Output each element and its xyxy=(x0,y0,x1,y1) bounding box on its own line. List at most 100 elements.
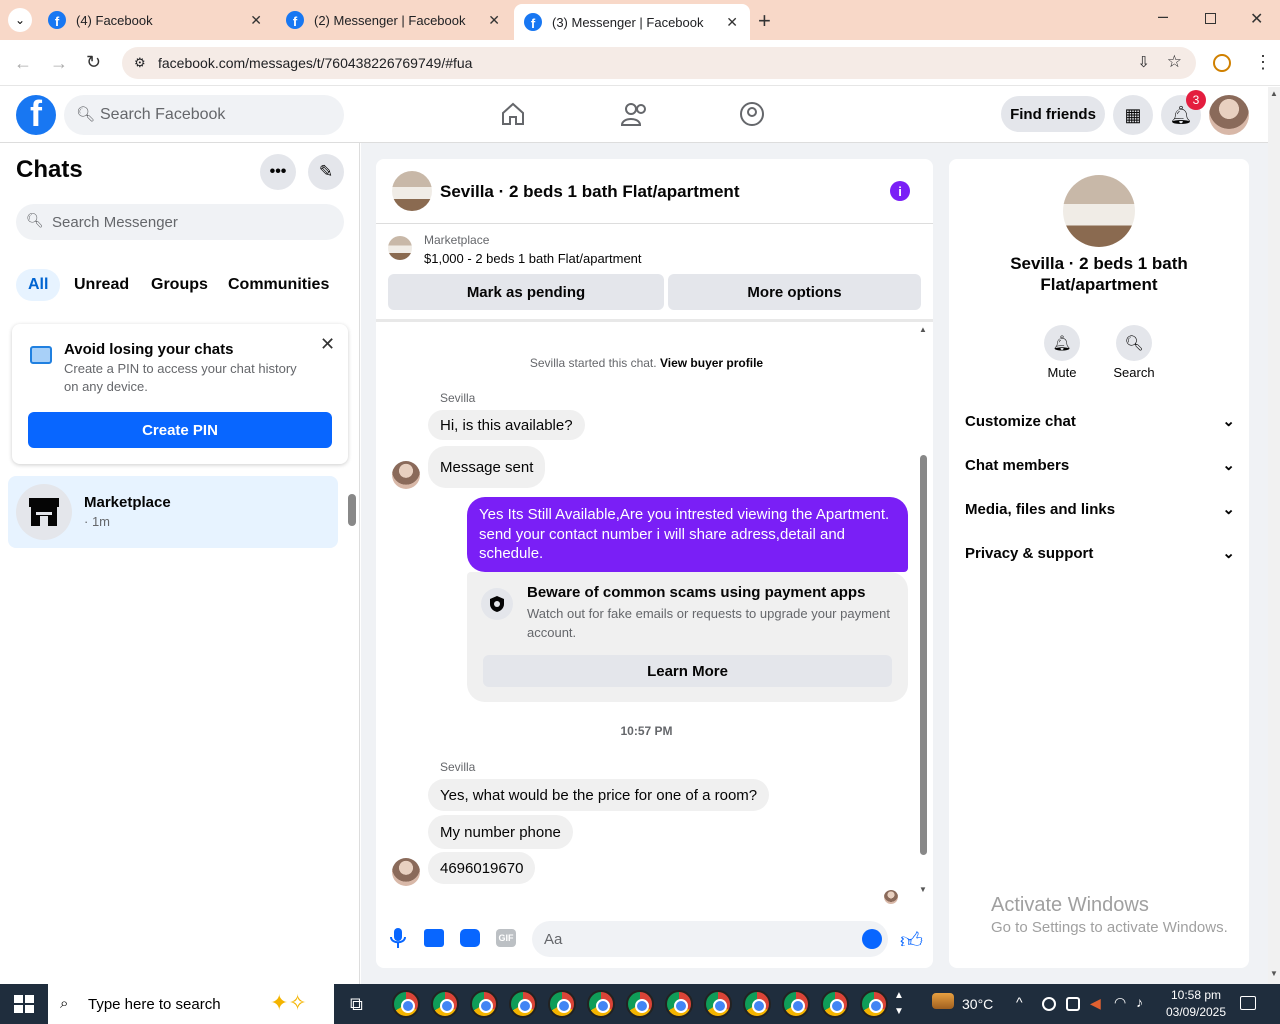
microphone-icon[interactable] xyxy=(390,927,406,954)
weather-temp[interactable]: 30°C xyxy=(962,996,993,1012)
chrome-taskbar-icon[interactable] xyxy=(821,990,849,1018)
sticker-icon[interactable] xyxy=(460,929,480,947)
chrome-taskbar-icon[interactable] xyxy=(626,990,654,1018)
facebook-search-input[interactable]: 🔍︎ Search Facebook xyxy=(64,95,344,135)
close-window-icon[interactable]: ✕ xyxy=(1250,9,1263,29)
chat-scrollbar[interactable]: ▲ ▼ xyxy=(918,325,928,897)
my-message-bubble[interactable]: Yes Its Still Available,Are you intreste… xyxy=(467,497,908,572)
chrome-taskbar-icon[interactable] xyxy=(665,990,693,1018)
notification-center-icon[interactable] xyxy=(1240,996,1256,1010)
new-message-button[interactable]: ✎ xyxy=(308,154,344,190)
minimize-icon[interactable]: – xyxy=(1158,6,1168,27)
listing-summary[interactable]: $1,000 - 2 beds 1 bath Flat/apartment xyxy=(424,251,642,266)
scroll-down-icon[interactable]: ▼ xyxy=(919,885,927,894)
scroll-down-icon[interactable]: ▼ xyxy=(1270,969,1278,978)
browser-tab[interactable]: f (2) Messenger | Facebook ✕ xyxy=(276,0,512,40)
install-app-icon[interactable]: ⇩ xyxy=(1137,53,1150,71)
weather-icon[interactable] xyxy=(932,993,954,1009)
message-bubble[interactable]: 4696019670 xyxy=(428,852,536,884)
tab-search-button[interactable]: ⌄ xyxy=(8,8,32,32)
home-icon[interactable] xyxy=(500,101,526,127)
message-bubble[interactable]: Yes, what would be the price for one of … xyxy=(428,779,770,811)
search-conversation-button[interactable]: 🔍︎ xyxy=(1116,325,1152,361)
scroll-up-icon[interactable]: ▲ xyxy=(919,325,927,334)
chrome-taskbar-icon[interactable] xyxy=(548,990,576,1018)
conversation-title[interactable]: Sevilla · 2 beds 1 bath Flat/apartment xyxy=(440,182,739,202)
browser-tab[interactable]: f (4) Facebook ✕ xyxy=(38,0,274,40)
chrome-taskbar-icon[interactable] xyxy=(431,990,459,1018)
sender-avatar[interactable] xyxy=(392,461,420,489)
friends-icon[interactable] xyxy=(620,101,648,127)
info-icon[interactable]: i xyxy=(890,181,910,201)
task-view-icon[interactable]: ⧉ xyxy=(350,994,363,1015)
tray-camera-icon[interactable] xyxy=(1066,997,1080,1011)
filter-communities[interactable]: Communities xyxy=(216,269,341,301)
profile-icon[interactable] xyxy=(1213,54,1231,72)
options-button[interactable]: ••• xyxy=(260,154,296,190)
emoji-icon[interactable] xyxy=(862,929,882,949)
chrome-taskbar-icon[interactable] xyxy=(743,990,771,1018)
chrome-taskbar-icon[interactable] xyxy=(704,990,732,1018)
view-buyer-profile-link[interactable]: View buyer profile xyxy=(660,356,763,370)
mark-pending-button[interactable]: Mark as pending xyxy=(388,274,664,310)
chrome-taskbar-icon[interactable] xyxy=(587,990,615,1018)
message-bubble[interactable]: Message sent xyxy=(428,446,546,488)
taskbar-scroll-arrows[interactable]: ▲ ▼ xyxy=(894,988,904,1020)
chrome-taskbar-icon[interactable] xyxy=(782,990,810,1018)
filter-unread[interactable]: Unread xyxy=(62,269,141,301)
browser-tab-active[interactable]: f (3) Messenger | Facebook ✕ xyxy=(514,4,750,40)
chrome-taskbar-icon[interactable] xyxy=(470,990,498,1018)
create-pin-button[interactable]: Create PIN xyxy=(28,412,332,448)
scroll-up-icon[interactable]: ▲ xyxy=(1270,89,1278,98)
chrome-taskbar-icon[interactable] xyxy=(392,990,420,1018)
mute-button[interactable]: 🔔︎ xyxy=(1044,325,1080,361)
speaker-icon[interactable]: ♪ xyxy=(1136,994,1143,1010)
page-scrollbar[interactable]: ▲ ▼ xyxy=(1268,87,1280,984)
facebook-logo[interactable]: f xyxy=(16,95,56,135)
more-options-button[interactable]: More options xyxy=(668,274,921,310)
site-info-icon[interactable]: ⚙ xyxy=(134,55,146,71)
close-tab-icon[interactable]: ✕ xyxy=(250,12,262,29)
close-card-icon[interactable]: ✕ xyxy=(320,334,335,355)
back-icon[interactable]: ← xyxy=(14,53,32,74)
section-privacy-support[interactable]: Privacy & support ⌄ xyxy=(965,541,1235,565)
section-customize-chat[interactable]: Customize chat ⌄ xyxy=(965,409,1235,433)
taskbar-search-box[interactable]: ⌕ Type here to search ✦✧ xyxy=(48,984,334,1024)
filter-groups[interactable]: Groups xyxy=(139,269,220,301)
restore-icon[interactable] xyxy=(1205,13,1216,24)
section-chat-members[interactable]: Chat members ⌄ xyxy=(965,453,1235,477)
message-input[interactable]: Aa xyxy=(532,921,888,957)
account-avatar[interactable] xyxy=(1209,95,1249,135)
gif-icon[interactable]: GIF xyxy=(496,929,516,947)
close-tab-icon[interactable]: ✕ xyxy=(726,14,738,31)
close-tab-icon[interactable]: ✕ xyxy=(488,12,500,29)
menu-grid-button[interactable]: ▦ xyxy=(1113,95,1153,135)
photo-icon[interactable] xyxy=(424,929,444,947)
sender-avatar[interactable] xyxy=(392,858,420,886)
reload-icon[interactable]: ↻ xyxy=(86,52,101,73)
message-bubble[interactable]: My number phone xyxy=(428,815,573,849)
chrome-taskbar-icon[interactable] xyxy=(860,990,888,1018)
like-icon[interactable]: 👍︎ xyxy=(900,927,923,954)
section-media-files-links[interactable]: Media, files and links ⌄ xyxy=(965,497,1235,521)
forward-icon[interactable]: → xyxy=(50,53,68,74)
clock-date[interactable]: 03/09/2025 xyxy=(1160,1005,1232,1019)
messenger-search-input[interactable]: 🔍︎ Search Messenger xyxy=(16,204,344,240)
clock-time[interactable]: 10:58 pm xyxy=(1168,988,1224,1002)
learn-more-button[interactable]: Learn More xyxy=(483,655,892,687)
bookmark-star-icon[interactable]: ☆ xyxy=(1167,52,1182,72)
chat-list-item[interactable]: Marketplace · 1m xyxy=(8,476,338,548)
chrome-taskbar-icon[interactable] xyxy=(509,990,537,1018)
groups-icon[interactable] xyxy=(739,101,765,127)
new-tab-button[interactable]: + xyxy=(758,8,771,34)
tray-chevron-icon[interactable]: ^ xyxy=(1016,994,1023,1010)
message-bubble[interactable]: Hi, is this available? xyxy=(428,410,585,440)
volume-muted-icon[interactable]: ◀ xyxy=(1090,995,1101,1012)
filter-all[interactable]: All xyxy=(16,269,61,301)
address-bar[interactable]: ⚙ facebook.com/messages/t/76043822676974… xyxy=(122,47,1196,79)
windows-start-icon[interactable] xyxy=(14,995,34,1013)
wifi-icon[interactable]: ◠ xyxy=(1114,994,1126,1011)
find-friends-button[interactable]: Find friends xyxy=(1001,96,1105,132)
menu-kebab-icon[interactable]: ⋮ xyxy=(1254,52,1272,73)
tray-app-icon[interactable] xyxy=(1042,997,1056,1011)
